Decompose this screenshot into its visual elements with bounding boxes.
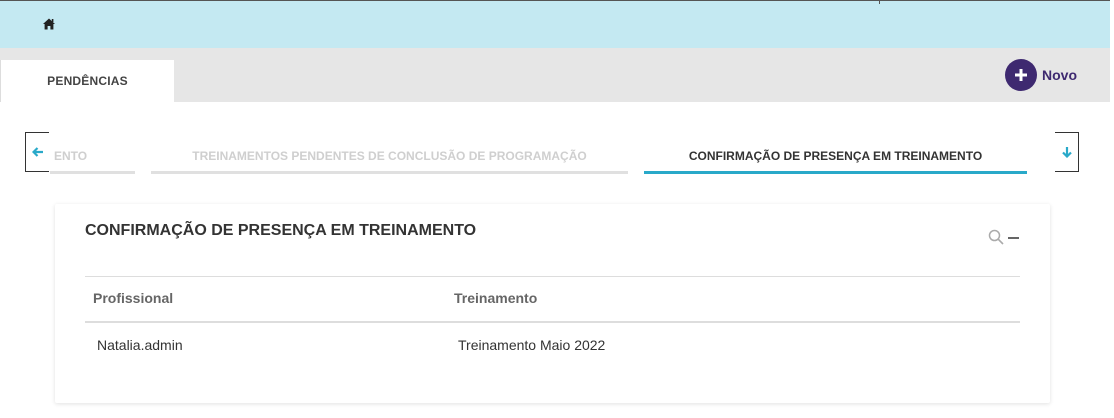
new-button[interactable]: Novo <box>1005 58 1077 92</box>
card-title: CONFIRMAÇÃO DE PRESENÇA EM TREINAMENTO <box>85 222 477 239</box>
wizard-step-label: CONFIRMAÇÃO DE PRESENÇA EM TREINAMENTO <box>688 149 983 163</box>
arrow-down-icon <box>1061 147 1072 158</box>
tab-bar: PENDÊNCIAS Novo <box>0 48 1110 102</box>
wizard-step-1[interactable]: ENTO <box>50 138 135 174</box>
cell-profissional: Natalia.admin <box>97 337 183 353</box>
column-header-treinamento[interactable]: Treinamento <box>454 277 537 321</box>
cell-treinamento: Treinamento Maio 2022 <box>458 337 606 353</box>
plus-icon <box>1005 59 1037 91</box>
card-tools <box>988 228 1024 246</box>
table-row[interactable]: Natalia.admin Treinamento Maio 2022 <box>85 323 1020 369</box>
search-icon[interactable] <box>988 229 1004 245</box>
wizard-step-label: TREINAMENTOS PENDENTES DE CONCLUSÃO DE P… <box>192 149 587 163</box>
attendance-table: Profissional Treinamento Natalia.admin T… <box>85 276 1020 369</box>
wizard-step-label: ENTO <box>54 149 88 163</box>
tab-label: PENDÊNCIAS <box>47 74 128 88</box>
table-header: Profissional Treinamento <box>85 276 1020 323</box>
wizard-step-3[interactable]: CONFIRMAÇÃO DE PRESENÇA EM TREINAMENTO <box>644 138 1027 174</box>
minus-icon[interactable] <box>1007 230 1021 244</box>
step-underline-active <box>644 171 1027 174</box>
new-button-label: Novo <box>1042 67 1077 83</box>
tab-pendencias[interactable]: PENDÊNCIAS <box>0 60 174 102</box>
home-icon[interactable] <box>42 17 56 31</box>
top-bar <box>0 0 1110 48</box>
arrow-left-icon <box>31 147 43 157</box>
step-underline <box>50 171 135 174</box>
attendance-card: CONFIRMAÇÃO DE PRESENÇA EM TREINAMENTO P… <box>55 204 1050 403</box>
wizard-step-2[interactable]: TREINAMENTOS PENDENTES DE CONCLUSÃO DE P… <box>151 138 628 174</box>
column-header-profissional[interactable]: Profissional <box>93 277 173 321</box>
top-divider <box>879 1 880 4</box>
scroll-left-button[interactable] <box>25 132 49 172</box>
step-underline <box>151 171 628 174</box>
scroll-right-button[interactable] <box>1055 132 1079 172</box>
